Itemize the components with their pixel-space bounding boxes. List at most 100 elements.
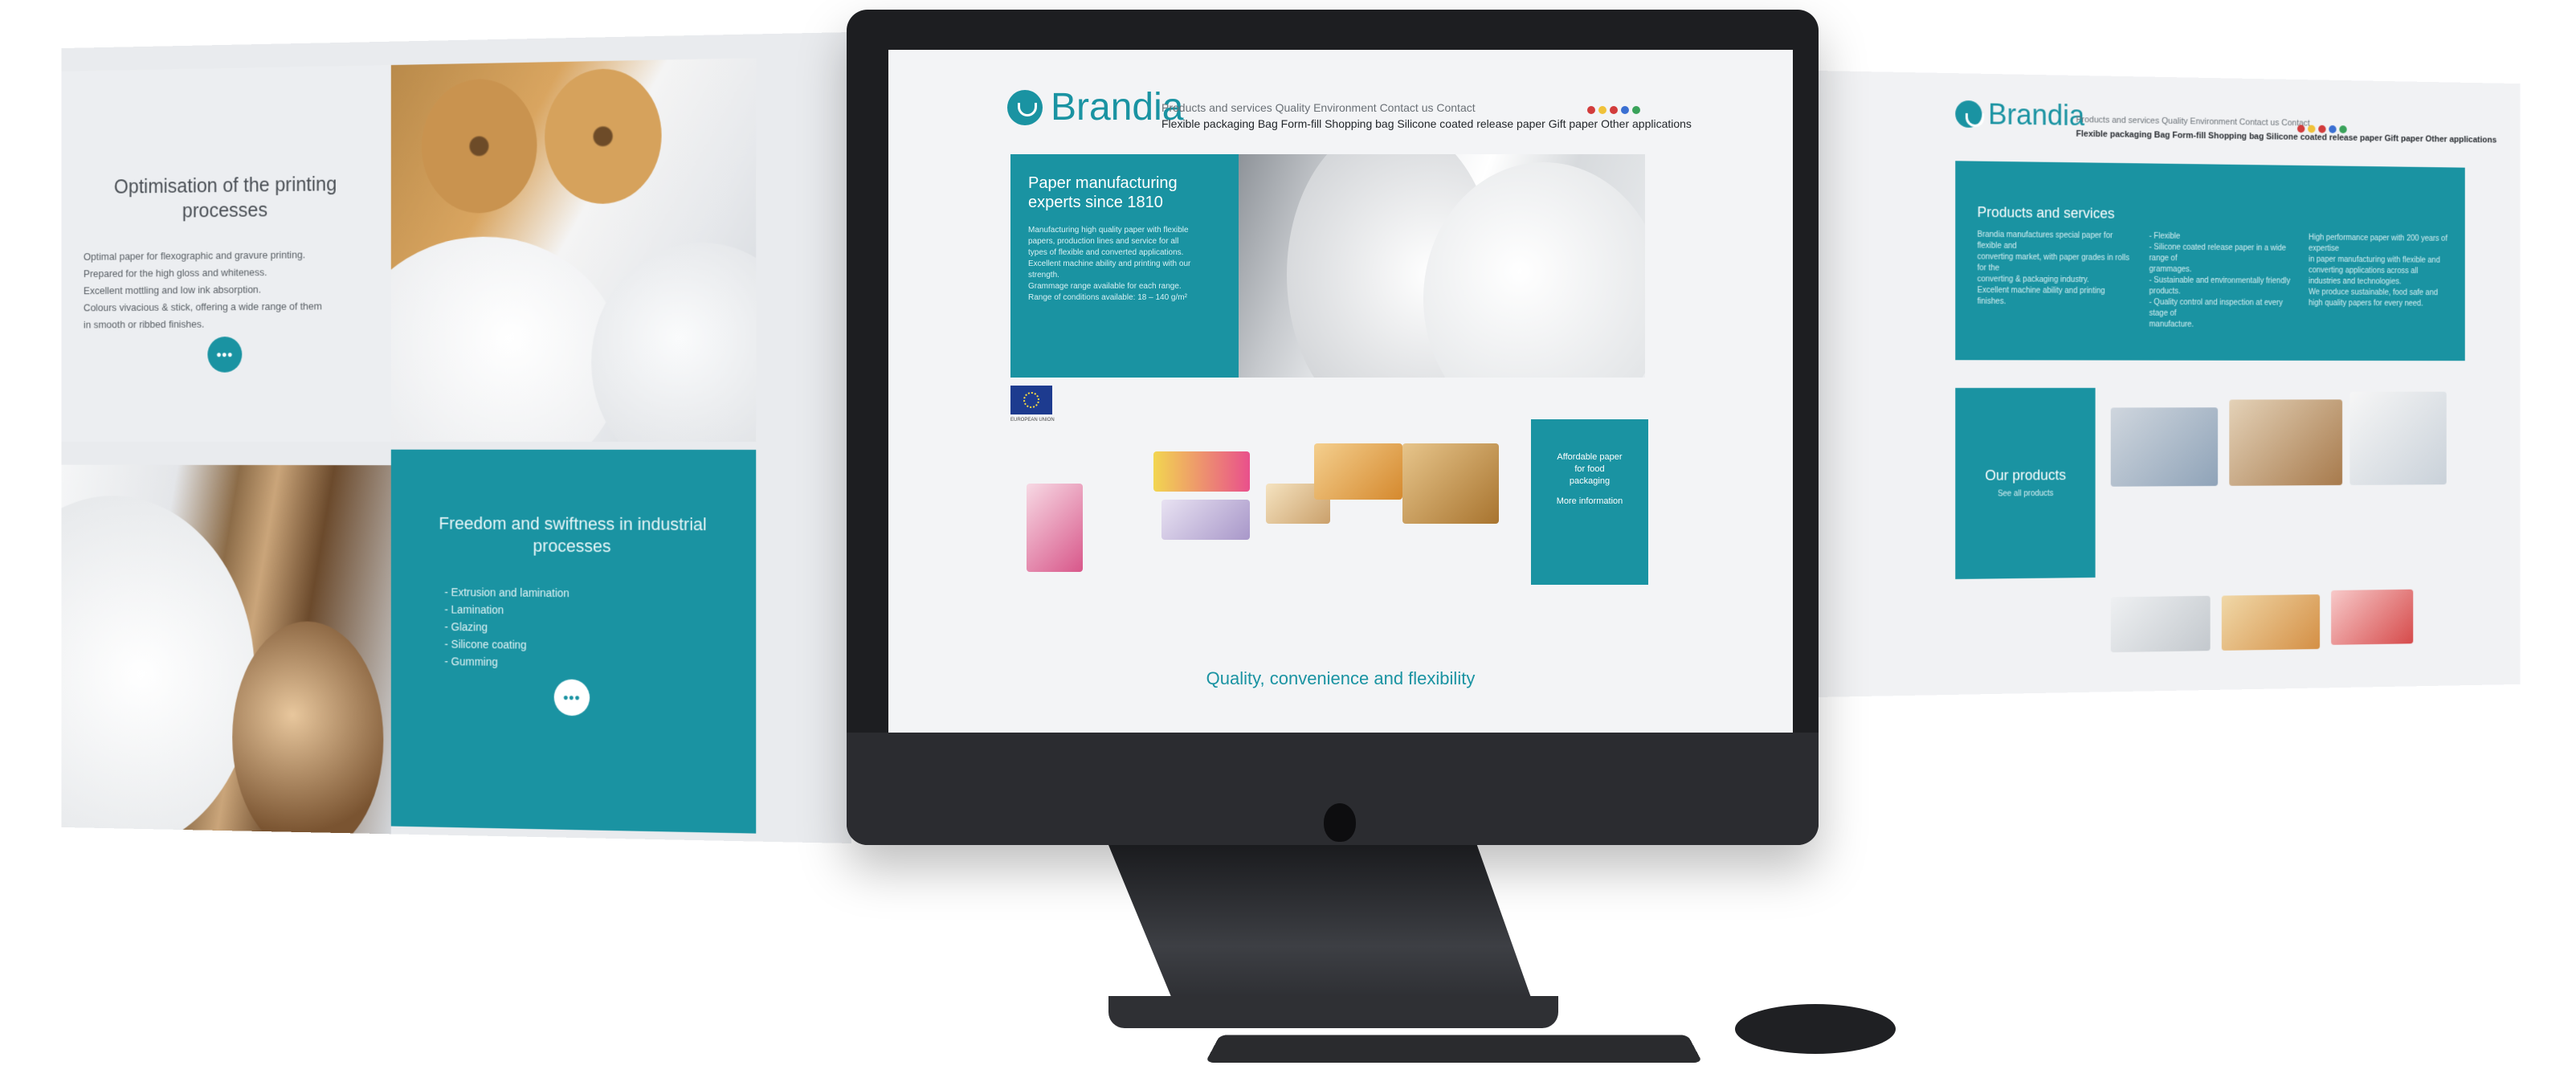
box-text-line: packaging [1569, 476, 1611, 486]
hero-paper-rolls-photo [1239, 154, 1645, 378]
secondary-nav[interactable]: Flexible packaging Bag Form-fill Shoppin… [1161, 117, 1692, 130]
our-products-tile[interactable]: Our products See all products [1955, 387, 2096, 580]
flag-icon[interactable] [1610, 106, 1618, 114]
language-flags[interactable] [1587, 106, 1640, 114]
text-line: - Sustainable and environmentally friend… [2149, 276, 2291, 286]
brand-name: Brandia [1988, 97, 2085, 133]
kraft-roll [545, 67, 662, 205]
leaf-logo-icon [1955, 100, 1982, 129]
more-info-button[interactable]: ••• [553, 679, 590, 717]
flag-icon[interactable] [2318, 125, 2326, 133]
services-column: Brandia manufactures special paper for f… [1978, 230, 2133, 308]
text-line: Excellent machine ability and printing f… [1977, 286, 2105, 307]
text-line: converting & packaging industry. [1977, 275, 2089, 285]
brand-logo[interactable]: Brandia [1955, 97, 2084, 133]
brand-logo[interactable]: Brandia [1007, 85, 1183, 129]
products-services-section: Products and services Brandia manufactur… [1955, 161, 2465, 361]
kraft-roll [421, 78, 537, 214]
flag-icon[interactable] [1587, 106, 1595, 114]
see-all-link[interactable]: See all products [1955, 489, 2095, 499]
imac-stand-base [1108, 996, 1558, 1028]
text-line: grammages. [2149, 264, 2192, 275]
primary-nav[interactable]: Products and services Quality Environmen… [2076, 115, 2310, 128]
product-image[interactable] [2110, 595, 2211, 653]
text-line: We produce sustainable, food safe and [2309, 288, 2438, 298]
text-line: products. [2149, 287, 2181, 296]
product-image[interactable] [2349, 391, 2447, 485]
our-products-title: Our products [1985, 467, 2067, 484]
copper-roller [232, 620, 384, 835]
list-item: - Glazing [444, 620, 488, 634]
industrial-processes-block: Freedom and swiftness in industrial proc… [390, 449, 757, 834]
section-title: Products and services [1977, 204, 2115, 222]
more-info-link[interactable]: More information [1541, 496, 1639, 508]
eu-label: EUROPEAN UNION [1010, 418, 1055, 423]
website-screen: Brandia Products and services Quality En… [888, 50, 1793, 733]
hero-text-line: strength. [1028, 271, 1059, 280]
services-column: - Flexible - Silicone coated release pap… [2149, 231, 2301, 331]
text-line: in smooth or ribbed finishes. [83, 318, 205, 331]
text-line: high quality papers for every need. [2309, 299, 2423, 308]
secondary-nav[interactable]: Flexible packaging Bag Form-fill Shoppin… [2076, 129, 2497, 145]
paper-rolls-photo [390, 58, 757, 442]
hero-text-line: Manufacturing high quality paper with fl… [1028, 226, 1189, 235]
product-image[interactable] [1314, 443, 1402, 500]
more-info-button[interactable]: ••• [207, 336, 243, 373]
flag-icon[interactable] [1598, 106, 1606, 114]
hero-text-line: papers, production lines and service for… [1028, 237, 1179, 246]
language-flags[interactable] [2297, 125, 2347, 134]
white-roll [390, 235, 623, 442]
product-image[interactable] [1161, 500, 1250, 540]
text-line: - Silicone coated release paper in a wid… [2149, 243, 2287, 263]
food-packaging-box[interactable]: Affordable paper for food packaging More… [1531, 419, 1648, 585]
product-image[interactable] [1153, 451, 1250, 492]
flag-icon[interactable] [2329, 125, 2337, 133]
text-line: Excellent mottling and low ink absorptio… [83, 283, 262, 297]
leaf-logo-icon [1007, 89, 1043, 125]
text-line: in paper manufacturing with flexible and [2309, 255, 2440, 265]
hero-title: Paper manufacturing experts since 1810 [1028, 174, 1178, 211]
text-line: converting market, with paper grades in … [1977, 252, 2129, 273]
industrial-machinery-photo [61, 464, 391, 835]
product-image[interactable] [2229, 399, 2343, 486]
product-image[interactable] [1027, 484, 1083, 572]
right-page-panel: Brandia Products and services Quality En… [1817, 71, 2521, 697]
text-line: Prepared for the high gloss and whitenes… [83, 266, 267, 280]
hero-text-line: types of flexible and converted applicat… [1028, 248, 1184, 257]
text-line: manufacture. [2149, 320, 2194, 329]
printing-optimisation-title: Optimisation of the printing processes [113, 173, 337, 223]
text-line: Brandia manufactures special paper for f… [1977, 230, 2113, 251]
product-image[interactable] [2331, 589, 2414, 645]
hero-text-box: Paper manufacturing experts since 1810 M… [1010, 154, 1239, 378]
industrial-processes-title: Freedom and swiftness in industrial proc… [439, 513, 707, 557]
primary-nav[interactable]: Products and services Quality Environmen… [1161, 101, 1476, 114]
imac-stand [1108, 845, 1537, 1014]
list-item: - Gumming [444, 655, 498, 668]
eu-flag-icon [1010, 386, 1052, 414]
flag-icon[interactable] [2339, 125, 2347, 134]
tagline: Quality, convenience and flexibility [1206, 668, 1476, 688]
flag-icon[interactable] [1632, 106, 1640, 114]
list-item: - Silicone coating [444, 637, 527, 651]
product-image[interactable] [1402, 443, 1499, 524]
left-page-panel: Optimisation of the printing processes O… [61, 32, 851, 843]
process-list: - Extrusion and lamination - Lamination … [444, 583, 569, 672]
product-image[interactable] [2221, 594, 2321, 651]
flag-icon[interactable] [2297, 125, 2305, 133]
text-line: Colours vivacious & stick, offering a wi… [83, 300, 322, 314]
white-roll [61, 495, 255, 835]
product-image[interactable] [2110, 407, 2219, 487]
flag-icon[interactable] [2308, 125, 2316, 133]
text-line: High performance paper with 200 years of… [2309, 233, 2447, 254]
box-text-line: for food [1574, 464, 1605, 474]
white-roll [591, 241, 757, 442]
list-item: - Lamination [444, 602, 504, 617]
hero-text-line: Excellent machine ability and printing w… [1028, 259, 1191, 268]
hero-text-line: Grammage range available for each range. [1028, 282, 1182, 291]
keyboard [1205, 1035, 1703, 1063]
box-text-line: Affordable paper [1557, 452, 1623, 462]
apple-logo-icon [1324, 803, 1356, 842]
mouse [1735, 1004, 1896, 1054]
flag-icon[interactable] [1621, 106, 1629, 114]
printing-optimisation-text: Optimal paper for flexographic and gravu… [84, 246, 383, 333]
